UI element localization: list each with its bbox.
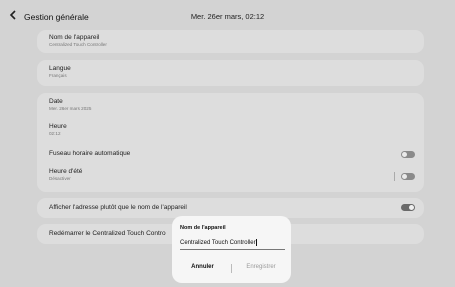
text-cursor bbox=[256, 238, 258, 246]
screen: Gestion générale Mer. 26er mars, 02:12 N… bbox=[0, 0, 455, 287]
header: Gestion générale Mer. 26er mars, 02:12 bbox=[0, 0, 455, 30]
button-divider bbox=[231, 264, 232, 273]
language-label: Langue bbox=[49, 65, 71, 72]
time-setting[interactable]: Heure 02:12 bbox=[49, 123, 67, 137]
time-label: Heure bbox=[49, 123, 67, 130]
rename-dialog: Nom de l'appareil Centralized Touch Cont… bbox=[172, 216, 291, 283]
auto-timezone-label: Fuseau horaire automatique bbox=[49, 150, 131, 157]
dialog-title: Nom de l'appareil bbox=[180, 225, 226, 231]
time-value: 02:12 bbox=[49, 131, 61, 136]
show-address-label: Afficher l'adresse plutôt que le nom de … bbox=[49, 204, 187, 211]
device-name-label: Nom de l'appareil bbox=[49, 34, 100, 41]
status-datetime: Mer. 26er mars, 02:12 bbox=[190, 12, 265, 21]
toggle-knob bbox=[402, 174, 407, 179]
toggle-knob bbox=[409, 205, 414, 210]
dst-value: Désactiver bbox=[49, 176, 71, 181]
toggle-knob bbox=[402, 152, 407, 157]
dst-toggle[interactable] bbox=[401, 173, 415, 180]
language-setting[interactable]: Langue Français bbox=[37, 60, 424, 86]
dst-label: Heure d'été bbox=[49, 168, 83, 175]
date-setting[interactable]: Date Mer. 26er mars 2025 bbox=[49, 98, 91, 112]
device-name-input[interactable]: Centralized Touch Controller bbox=[180, 238, 285, 250]
cancel-button[interactable]: Annuler bbox=[180, 264, 225, 270]
device-name-setting[interactable]: Nom de l'appareil Centralized Touch Cont… bbox=[37, 30, 424, 53]
show-address-toggle[interactable] bbox=[401, 204, 415, 211]
device-name-value: Centralized Touch Controller bbox=[49, 42, 107, 47]
auto-timezone-setting[interactable]: Fuseau horaire automatique bbox=[49, 150, 130, 158]
divider bbox=[394, 172, 395, 181]
auto-timezone-toggle[interactable] bbox=[401, 151, 415, 158]
device-name-input-text: Centralized Touch Controller bbox=[180, 240, 256, 246]
language-value: Français bbox=[49, 73, 67, 78]
show-address-setting[interactable]: Afficher l'adresse plutôt que le nom de … bbox=[37, 198, 424, 218]
date-time-group: Date Mer. 26er mars 2025 Heure 02:12 Fus… bbox=[37, 93, 424, 192]
date-value: Mer. 26er mars 2025 bbox=[49, 106, 92, 111]
dst-setting[interactable]: Heure d'été Désactiver bbox=[49, 168, 82, 182]
date-label: Date bbox=[49, 98, 63, 105]
save-button[interactable]: Enregistrer bbox=[235, 264, 287, 270]
restart-label: Redémarrer le Centralized Touch Contro bbox=[49, 230, 166, 237]
